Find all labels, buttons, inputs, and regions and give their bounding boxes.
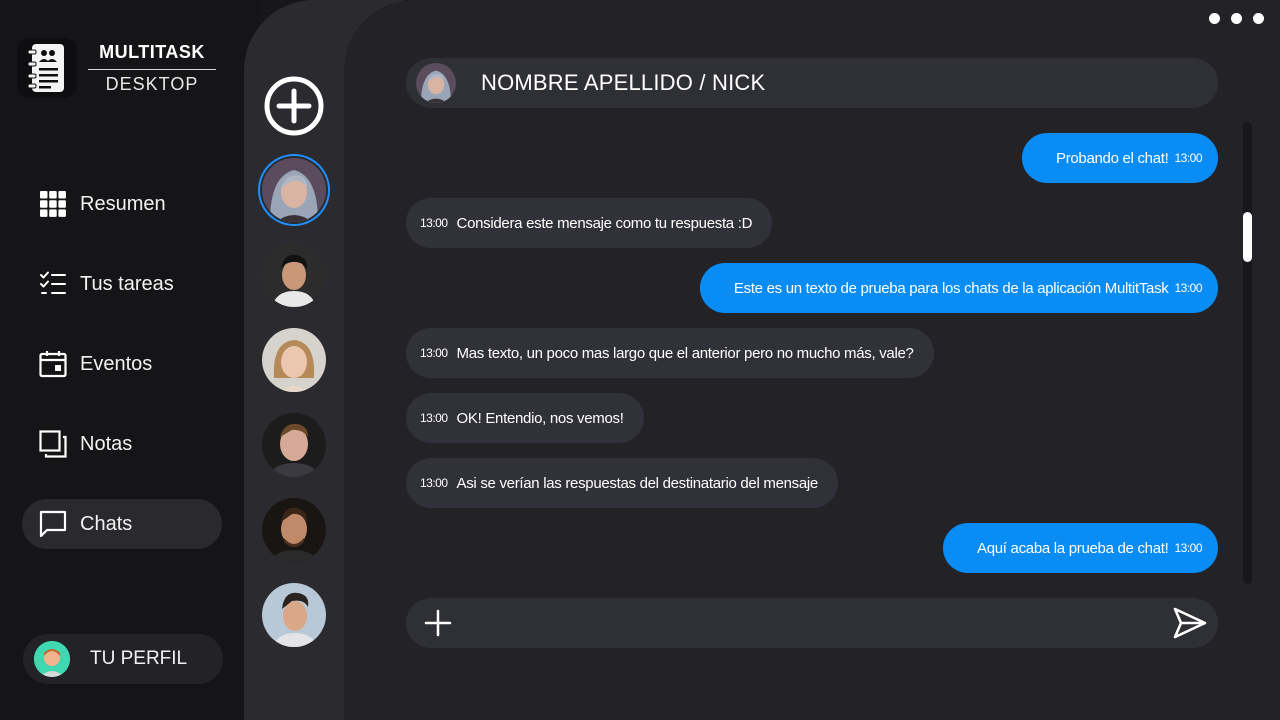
- contact-avatar-3[interactable]: [262, 328, 326, 392]
- chat-contact-avatar[interactable]: [416, 63, 456, 103]
- attach-button[interactable]: [424, 609, 452, 637]
- contact-avatar-6[interactable]: [262, 583, 326, 647]
- nav-item-tus-tareas[interactable]: Tus tareas: [22, 259, 222, 309]
- scrollbar-track[interactable]: [1243, 122, 1252, 584]
- message-incoming: 13:00 OK! Entendio, nos vemos!: [406, 393, 644, 443]
- message-time: 13:00: [420, 476, 448, 490]
- message-outgoing: Aquí acaba la prueba de chat! 13:00: [943, 523, 1218, 573]
- dot-icon: [1253, 13, 1264, 24]
- message-time: 13:00: [1174, 541, 1202, 555]
- plus-circle-icon: [264, 76, 324, 136]
- plus-icon: [424, 609, 452, 637]
- message-text: Asi se verían las respuestas del destina…: [456, 474, 819, 492]
- scrollbar-thumb[interactable]: [1243, 212, 1252, 262]
- nav-label-eventos: Eventos: [80, 352, 153, 375]
- message-time: 13:00: [1174, 151, 1202, 165]
- contact-avatar-1[interactable]: [262, 158, 326, 222]
- profile-label: TU PERFIL: [90, 648, 188, 669]
- message-text: Probando el chat!: [1055, 149, 1169, 167]
- message-time: 13:00: [420, 411, 448, 425]
- message-incoming: 13:00 Mas texto, un poco mas largo que e…: [406, 328, 934, 378]
- chat-icon: [38, 509, 68, 539]
- nav-item-eventos[interactable]: Eventos: [22, 339, 222, 389]
- message-text: Este es un texto de prueba para los chat…: [733, 279, 1169, 297]
- message-outgoing: Probando el chat! 13:00: [1021, 133, 1218, 183]
- contact-avatar-4[interactable]: [262, 413, 326, 477]
- brand-subtitle: DESKTOP: [105, 74, 199, 94]
- nav-item-chats[interactable]: Chats: [22, 499, 222, 549]
- nav-item-notas[interactable]: Notas: [22, 419, 222, 469]
- brand: MULTITASK DESKTOP: [88, 42, 216, 95]
- message-composer: [406, 598, 1218, 648]
- nav-label-resumen: Resumen: [80, 192, 166, 215]
- contact-avatar-2[interactable]: [262, 243, 326, 307]
- nav-label-notas: Notas: [80, 432, 133, 455]
- message-text: Considera este mensaje como tu respuesta…: [456, 214, 753, 232]
- send-button[interactable]: [1172, 606, 1208, 640]
- contacts-book-icon: [27, 44, 64, 92]
- chat-contact-name: NOMBRE APELLIDO / NICK: [481, 70, 766, 95]
- message-incoming: 13:00 Considera este mensaje como tu res…: [406, 198, 773, 248]
- grid-icon: [38, 189, 68, 219]
- nav-item-resumen[interactable]: Resumen: [22, 179, 222, 229]
- message-time: 13:00: [1174, 281, 1202, 295]
- nav-label-tus-tareas: Tus tareas: [80, 272, 174, 295]
- message-outgoing: Este es un texto de prueba para los chat…: [699, 263, 1218, 313]
- add-contact-button[interactable]: [264, 76, 324, 136]
- chat-header: NOMBRE APELLIDO / NICK: [406, 58, 1218, 108]
- message-time: 13:00: [420, 216, 448, 230]
- message-incoming: 13:00 Asi se verían las respuestas del d…: [406, 458, 838, 508]
- send-icon: [1173, 607, 1207, 639]
- contact-avatar-5[interactable]: [262, 498, 326, 562]
- profile-avatar: [34, 641, 70, 677]
- message-text: Aquí acaba la prueba de chat!: [977, 539, 1169, 557]
- message-input[interactable]: [468, 608, 1148, 638]
- app-logo: [17, 38, 77, 98]
- message-time: 13:00: [420, 346, 448, 360]
- message-text: OK! Entendio, nos vemos!: [456, 409, 624, 427]
- notes-icon: [38, 429, 68, 459]
- profile-button[interactable]: TU PERFIL: [23, 634, 223, 684]
- message-text: Mas texto, un poco mas largo que el ante…: [456, 344, 914, 362]
- checklist-icon: [38, 269, 68, 299]
- dot-icon: [1209, 13, 1220, 24]
- dot-icon: [1231, 13, 1242, 24]
- window-menu-button[interactable]: [1209, 13, 1264, 24]
- calendar-icon: [38, 349, 68, 379]
- brand-title: MULTITASK: [88, 42, 216, 70]
- nav-label-chats: Chats: [80, 512, 133, 535]
